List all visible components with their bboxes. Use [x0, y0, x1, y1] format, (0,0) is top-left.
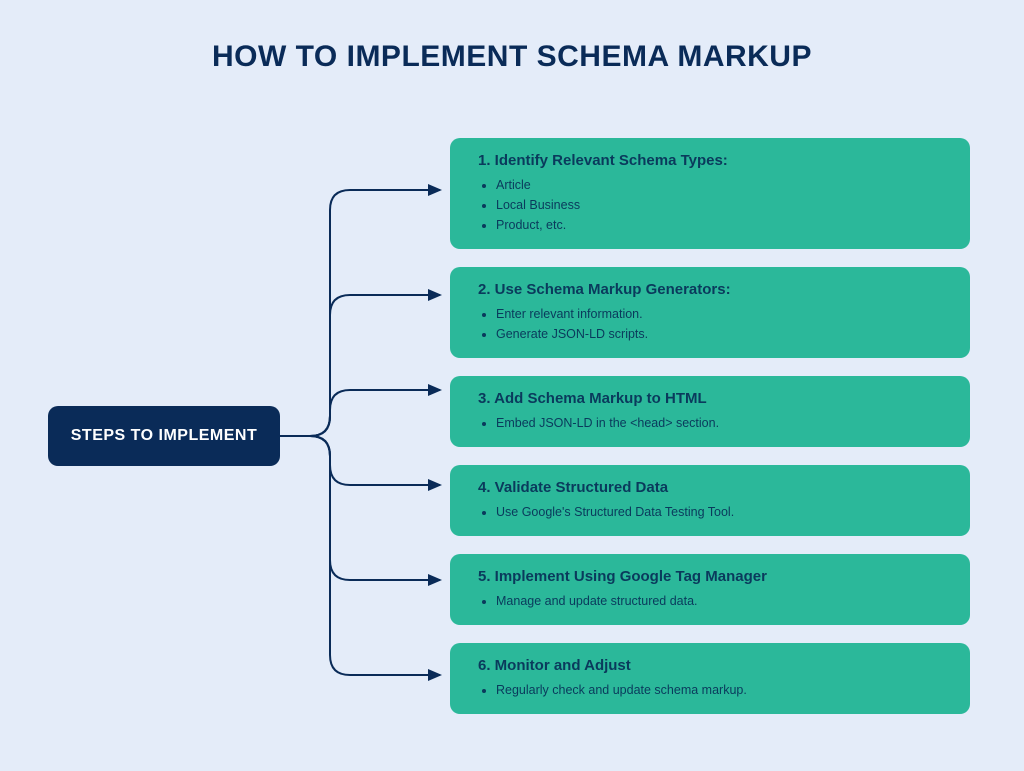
- step-items: Article Local Business Product, etc.: [478, 175, 950, 235]
- step-items: Manage and update structured data.: [478, 591, 950, 611]
- step-title: 3. Add Schema Markup to HTML: [478, 390, 950, 407]
- page-title: HOW TO IMPLEMENT SCHEMA MARKUP: [0, 0, 1024, 74]
- step-4: 4. Validate Structured Data Use Google's…: [450, 465, 970, 536]
- step-items: Regularly check and update schema markup…: [478, 680, 950, 700]
- step-item: Generate JSON-LD scripts.: [496, 324, 950, 344]
- step-title: 4. Validate Structured Data: [478, 479, 950, 496]
- step-5: 5. Implement Using Google Tag Manager Ma…: [450, 554, 970, 625]
- step-title: 1. Identify Relevant Schema Types:: [478, 152, 950, 169]
- step-title: 5. Implement Using Google Tag Manager: [478, 568, 950, 585]
- step-item: Embed JSON-LD in the <head> section.: [496, 413, 950, 433]
- step-title: 6. Monitor and Adjust: [478, 657, 950, 674]
- step-item: Regularly check and update schema markup…: [496, 680, 950, 700]
- step-2: 2. Use Schema Markup Generators: Enter r…: [450, 267, 970, 358]
- step-items: Embed JSON-LD in the <head> section.: [478, 413, 950, 433]
- root-node: STEPS TO IMPLEMENT: [48, 406, 280, 466]
- root-label: STEPS TO IMPLEMENT: [71, 427, 258, 445]
- step-item: Manage and update structured data.: [496, 591, 950, 611]
- step-1: 1. Identify Relevant Schema Types: Artic…: [450, 138, 970, 249]
- step-item: Use Google's Structured Data Testing Too…: [496, 502, 950, 522]
- step-item: Local Business: [496, 195, 950, 215]
- step-item: Article: [496, 175, 950, 195]
- step-items: Enter relevant information. Generate JSO…: [478, 304, 950, 344]
- steps-column: 1. Identify Relevant Schema Types: Artic…: [450, 138, 970, 714]
- step-title: 2. Use Schema Markup Generators:: [478, 281, 950, 298]
- step-6: 6. Monitor and Adjust Regularly check an…: [450, 643, 970, 714]
- step-item: Product, etc.: [496, 215, 950, 235]
- step-item: Enter relevant information.: [496, 304, 950, 324]
- step-3: 3. Add Schema Markup to HTML Embed JSON-…: [450, 376, 970, 447]
- step-items: Use Google's Structured Data Testing Too…: [478, 502, 950, 522]
